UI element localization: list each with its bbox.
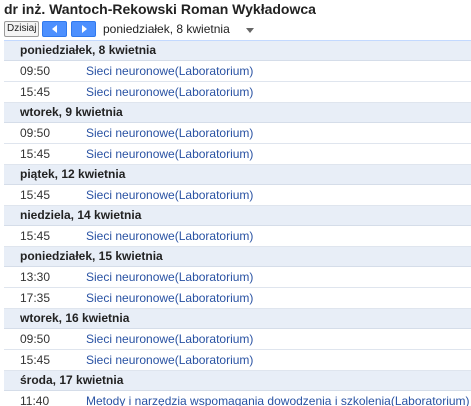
event-row[interactable]: 15:45 Sieci neuronowe(Laboratorium): [4, 226, 471, 247]
day-group: poniedziałek, 8 kwietnia 09:50 Sieci neuro…: [4, 41, 471, 103]
event-time: 09:50: [20, 126, 51, 140]
event-row[interactable]: 09:50 Sieci neuronowe(Laboratorium): [4, 123, 471, 144]
page-title: dr inż. Wantoch-Rekowski Roman Wykładowc…: [4, 1, 316, 17]
event-time: 13:30: [20, 270, 51, 284]
day-group: poniedziałek, 15 kwietnia 13:30 Sieci neur…: [4, 247, 471, 309]
arrow-right-icon: [81, 25, 87, 33]
day-group: wtorek, 9 kwietnia 09:50 Sieci neuronowe(L…: [4, 103, 471, 165]
today-button[interactable]: Dzisiaj: [4, 21, 40, 37]
day-group: wtorek, 16 kwietnia 09:50 Sieci neuronowe(…: [4, 309, 471, 371]
day-group: środa, 17 kwietnia 11:40 Metody i narzędzi…: [4, 371, 471, 406]
event-title-link[interactable]: Sieci neuronowe(Laboratorium): [86, 288, 253, 308]
event-row[interactable]: 15:45 Sieci neuronowe(Laboratorium): [4, 350, 471, 371]
event-row[interactable]: 09:50 Sieci neuronowe(Laboratorium): [4, 61, 471, 82]
event-time: 09:50: [20, 64, 51, 78]
event-time: 15:45: [20, 353, 51, 367]
event-time: 15:45: [20, 229, 51, 243]
day-group: piątek, 12 kwietnia 15:45 Sieci neuronowe(…: [4, 165, 471, 206]
day-header: wtorek, 16 kwietnia: [4, 309, 471, 329]
event-time: 17:35: [20, 291, 51, 305]
calendar-agenda-page: dr inż. Wantoch-Rekowski Roman Wykładowc…: [0, 0, 471, 406]
day-header: środa, 17 kwietnia: [4, 371, 471, 391]
next-button[interactable]: [71, 21, 96, 37]
event-time: 09:50: [20, 332, 51, 346]
event-title-link[interactable]: Sieci neuronowe(Laboratorium): [86, 123, 253, 143]
event-title-link[interactable]: Sieci neuronowe(Laboratorium): [86, 329, 253, 349]
previous-button[interactable]: [42, 21, 67, 37]
arrow-left-icon: [51, 25, 57, 33]
dropdown-arrow-icon[interactable]: [245, 26, 255, 34]
event-row[interactable]: 15:45 Sieci neuronowe(Laboratorium): [4, 82, 471, 103]
event-row[interactable]: 17:35 Sieci neuronowe(Laboratorium): [4, 288, 471, 309]
day-header: niedziela, 14 kwietnia: [4, 206, 471, 226]
day-header: poniedziałek, 15 kwietnia: [4, 247, 471, 267]
event-title-link[interactable]: Sieci neuronowe(Laboratorium): [86, 61, 253, 81]
event-row[interactable]: 13:30 Sieci neuronowe(Laboratorium): [4, 267, 471, 288]
agenda-list: poniedziałek, 8 kwietnia 09:50 Sieci neuro…: [4, 40, 471, 406]
toolbar: Dzisiaj poniedziałek, 8 kwietnia: [4, 21, 471, 37]
event-title-link[interactable]: Sieci neuronowe(Laboratorium): [86, 350, 253, 370]
day-header: piątek, 12 kwietnia: [4, 165, 471, 185]
event-row[interactable]: 15:45 Sieci neuronowe(Laboratorium): [4, 144, 471, 165]
event-title-link[interactable]: Sieci neuronowe(Laboratorium): [86, 185, 253, 205]
event-time: 15:45: [20, 147, 51, 161]
day-header: poniedziałek, 8 kwietnia: [4, 41, 471, 61]
event-title-link[interactable]: Sieci neuronowe(Laboratorium): [86, 267, 253, 287]
event-title-link[interactable]: Sieci neuronowe(Laboratorium): [86, 82, 253, 102]
event-title-link[interactable]: Sieci neuronowe(Laboratorium): [86, 144, 253, 164]
event-title-link[interactable]: Metody i narzędzia wspomagania dowodzeni…: [86, 391, 470, 406]
day-header: wtorek, 9 kwietnia: [4, 103, 471, 123]
event-time: 11:40: [20, 394, 50, 406]
event-time: 15:45: [20, 85, 51, 99]
day-group: niedziela, 14 kwietnia 15:45 Sieci neurono…: [4, 206, 471, 247]
event-row[interactable]: 09:50 Sieci neuronowe(Laboratorium): [4, 329, 471, 350]
event-time: 15:45: [20, 188, 51, 202]
event-row[interactable]: 11:40 Metody i narzędzia wspomagania dowo…: [4, 391, 471, 406]
current-date-label[interactable]: poniedziałek, 8 kwietnia: [103, 21, 230, 37]
event-row[interactable]: 15:45 Sieci neuronowe(Laboratorium): [4, 185, 471, 206]
event-title-link[interactable]: Sieci neuronowe(Laboratorium): [86, 226, 253, 246]
